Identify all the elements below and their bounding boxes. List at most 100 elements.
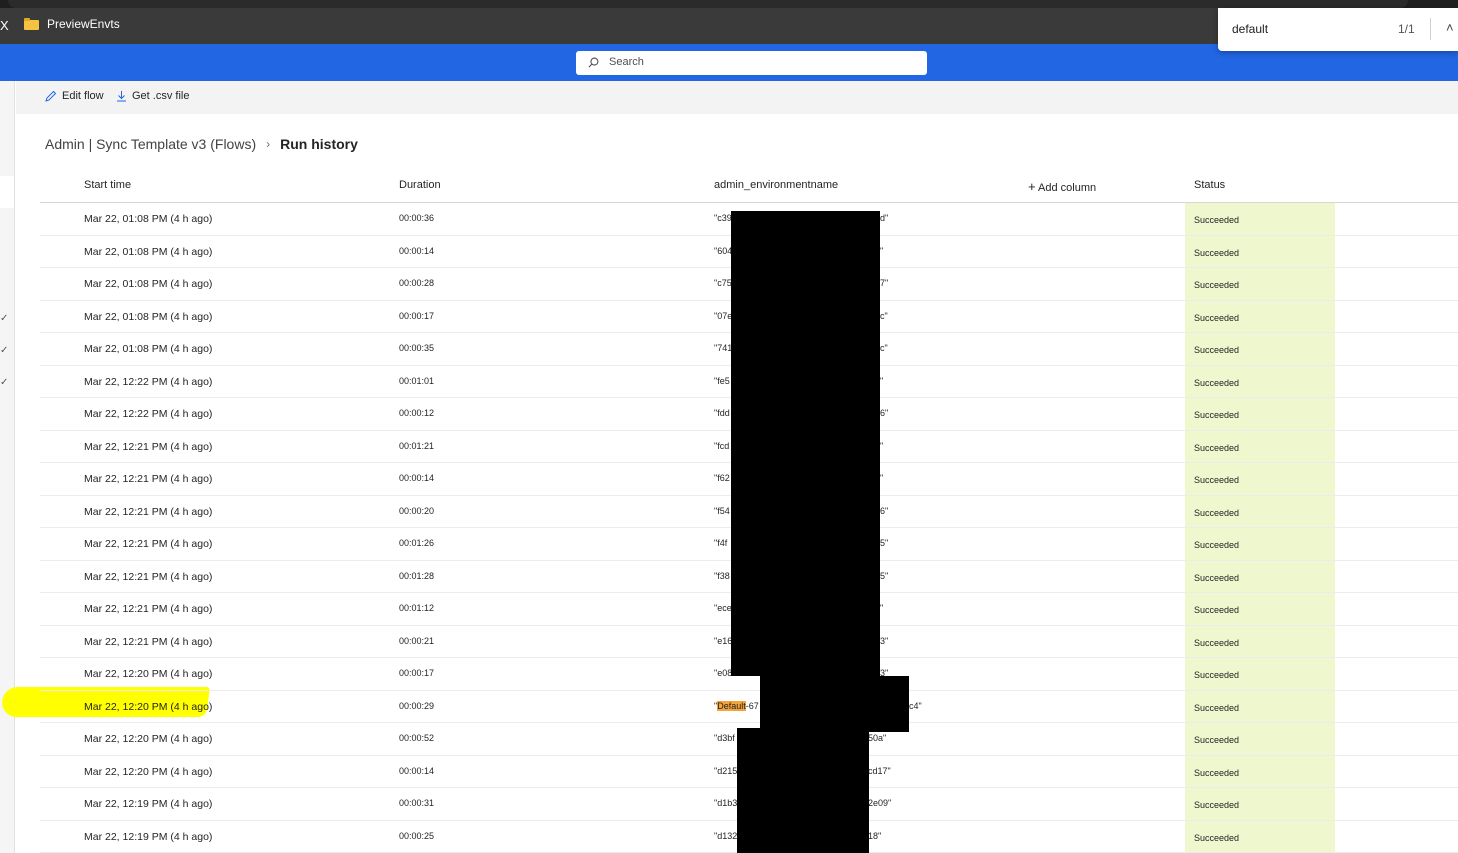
status-cell: Succeeded (1194, 312, 1240, 323)
environment-name-cell: "604 (714, 246, 732, 256)
start-time-cell: Mar 22, 12:19 PM (4 h ago) (84, 798, 213, 810)
duration-cell: 00:00:17 (399, 310, 435, 321)
environment-name-cell: "d132 (714, 831, 737, 841)
redaction-block (737, 728, 869, 853)
duration-cell: 00:00:21 (399, 635, 435, 646)
left-nav-rail: ✓ ✓ ✓ (0, 81, 15, 853)
duration-cell: 00:00:31 (399, 798, 435, 808)
column-header-duration[interactable]: Duration (399, 179, 441, 191)
environment-name-cell: "fcd (714, 441, 729, 451)
page-title: Run history (280, 136, 358, 152)
bookmark-folder-label: PreviewEnvts (47, 17, 120, 31)
env-suffix: d" (880, 213, 889, 223)
status-cell: Succeeded (1194, 735, 1240, 745)
environment-name-cell: "f4f (714, 538, 727, 548)
start-time-cell: Mar 22, 12:21 PM (4 h ago) (84, 505, 213, 518)
plus-icon: + (1028, 179, 1036, 194)
env-suffix: 7" (880, 278, 889, 288)
find-input[interactable]: default (1232, 22, 1268, 36)
nav-check-icon[interactable]: ✓ (0, 377, 8, 388)
add-column-label: Add column (1038, 182, 1097, 194)
status-cell: Succeeded (1194, 475, 1240, 485)
duration-cell: 00:00:14 (399, 765, 435, 776)
environment-name-cell: "e16 (714, 636, 732, 646)
env-prefix: "f4f (714, 538, 728, 548)
status-cell: Succeeded (1194, 410, 1240, 420)
env-suffix: 5" (880, 538, 889, 548)
env-suffix: c4" (909, 700, 922, 711)
environment-name-cell: "e08 (714, 668, 732, 678)
chevron-right-icon: › (266, 137, 271, 151)
start-time-cell: Mar 22, 12:19 PM (4 h ago) (84, 830, 213, 843)
status-cell: Succeeded (1194, 507, 1240, 518)
status-cell: Succeeded (1194, 280, 1240, 290)
get-csv-button[interactable]: Get .csv file (116, 90, 189, 102)
nav-check-icon[interactable]: ✓ (0, 345, 8, 356)
env-prefix: "c75 (714, 278, 732, 288)
env-suffix: cd17" (868, 765, 891, 776)
env-prefix: "d1b3 (714, 798, 738, 808)
duration-cell: 00:01:01 (399, 375, 435, 386)
env-prefix: "f54 (714, 505, 730, 516)
duration-cell: 00:00:12 (399, 408, 435, 418)
status-cell: Succeeded (1194, 572, 1240, 583)
env-prefix: "f62 (714, 473, 730, 483)
env-prefix: "e16 (714, 635, 733, 646)
status-cell: Succeeded (1194, 702, 1240, 713)
start-time-cell: Mar 22, 01:08 PM (4 h ago) (84, 278, 213, 290)
env-suffix: " (880, 473, 884, 483)
edit-flow-label: Edit flow (62, 90, 104, 102)
column-header-environment[interactable]: admin_environmentname (714, 179, 838, 191)
env-suffix: 2e09" (868, 798, 892, 808)
status-cell: Succeeded (1194, 247, 1240, 258)
find-previous-icon[interactable]: ˄ (1446, 20, 1454, 35)
add-column-button[interactable]: + Add column (1028, 179, 1096, 194)
column-header-status[interactable]: Status (1194, 179, 1225, 191)
environment-name-cell: "f62 (714, 473, 730, 483)
search-input[interactable]: Search (576, 51, 927, 75)
start-time-cell: Mar 22, 12:21 PM (4 h ago) (84, 570, 213, 583)
column-header-start-time[interactable]: Start time (84, 179, 131, 191)
status-cell: Succeeded (1194, 637, 1240, 648)
bookmark-close-fragment[interactable]: X (0, 18, 9, 33)
env-prefix: "ece (714, 603, 732, 613)
start-time-cell: Mar 22, 12:21 PM (4 h ago) (84, 603, 213, 615)
start-time-cell: Mar 22, 12:22 PM (4 h ago) (84, 408, 213, 420)
bookmark-folder-previewenvts[interactable]: PreviewEnvts (24, 17, 120, 31)
duration-cell: 00:01:26 (399, 538, 435, 548)
nav-check-icon[interactable]: ✓ (0, 313, 8, 324)
edit-flow-button[interactable]: Edit flow (45, 90, 104, 102)
env-prefix: "c39 (714, 213, 732, 223)
env-prefix: "fcd (714, 440, 730, 451)
address-bar[interactable] (8, 0, 1408, 8)
environment-name-cell: "Default-67 (714, 700, 759, 711)
start-time-cell: Mar 22, 12:21 PM (4 h ago) (84, 635, 213, 648)
env-prefix-rest: -67 (745, 700, 759, 711)
start-time-cell: Mar 22, 01:08 PM (4 h ago) (84, 213, 213, 225)
breadcrumb-parent-link[interactable]: Admin | Sync Template v3 (Flows) (45, 136, 256, 152)
duration-cell: 00:00:25 (399, 830, 435, 841)
status-cell: Succeeded (1194, 215, 1240, 225)
env-suffix: 5" (880, 570, 889, 581)
start-time-cell: Mar 22, 01:08 PM (4 h ago) (84, 310, 213, 323)
get-csv-label: Get .csv file (132, 90, 190, 102)
status-cell: Succeeded (1194, 377, 1240, 388)
env-prefix: "d3bf (714, 733, 735, 743)
browser-tab-strip (0, 0, 1458, 8)
status-cell: Succeeded (1194, 832, 1240, 843)
pencil-icon (45, 90, 57, 102)
rail-selected-slot (0, 176, 14, 208)
environment-name-cell: "741 (714, 343, 732, 353)
environment-name-cell: "fe5 (714, 376, 730, 386)
start-time-cell: Mar 22, 01:08 PM (4 h ago) (84, 245, 213, 258)
env-suffix: " (880, 375, 884, 386)
find-in-page-bar: default 1/1 ˄ (1218, 8, 1458, 51)
start-time-cell: Mar 22, 12:20 PM (4 h ago) (84, 700, 213, 713)
start-time-cell: Mar 22, 12:20 PM (4 h ago) (84, 733, 213, 745)
duration-cell: 00:01:28 (399, 570, 435, 581)
start-time-cell: Mar 22, 12:21 PM (4 h ago) (84, 538, 213, 550)
duration-cell: 00:00:35 (399, 343, 435, 353)
table-row[interactable]: Mar 22, 12:20 PM (4 h ago) 00:00:29 "Defau… (40, 691, 1458, 723)
search-placeholder: Search (609, 56, 644, 68)
environment-name-cell: "c39 (714, 213, 732, 223)
